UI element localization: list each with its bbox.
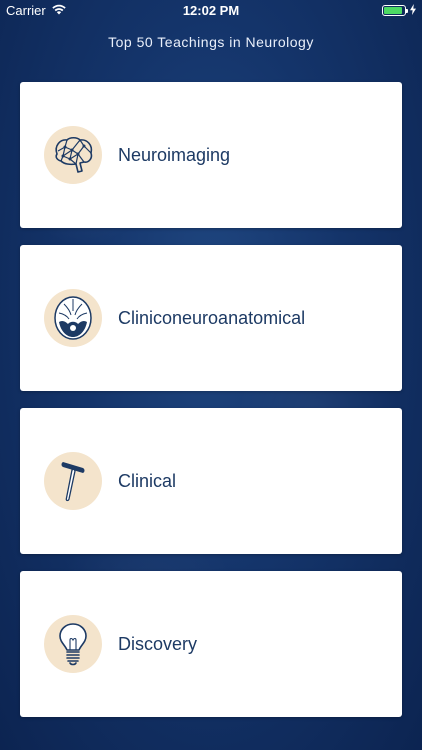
discovery-label: Discovery [118,633,198,654]
status-right [382,3,416,18]
neuroimaging-card[interactable]: Neuroimaging [20,82,402,228]
status-time: 12:02 PM [182,3,240,18]
page-title: Top 50 Teachings in Neurology [108,34,314,50]
lightbulb-icon [44,615,102,673]
clinical-label: Clinical [118,470,177,491]
reflex-hammer-icon [44,452,102,510]
battery-fill [384,7,402,14]
discovery-card[interactable]: Discovery [20,571,402,717]
brain-icon [44,126,102,184]
battery-icon [382,5,408,16]
neuroimaging-label: Neuroimaging [118,144,231,165]
cliniconeuroanatomical-card[interactable]: Cliniconeuroanatomical [20,245,402,391]
clinical-card[interactable]: Clinical [20,408,402,554]
charging-bolt-icon [410,3,416,18]
cliniconeuroanatomical-label: Cliniconeuroanatomical [118,307,306,328]
skull-base-icon [44,289,102,347]
status-bar: Carrier 12:02 PM [0,0,422,22]
category-menu: Neuroimaging Cliniconeuroanatomical Clin… [20,82,402,734]
